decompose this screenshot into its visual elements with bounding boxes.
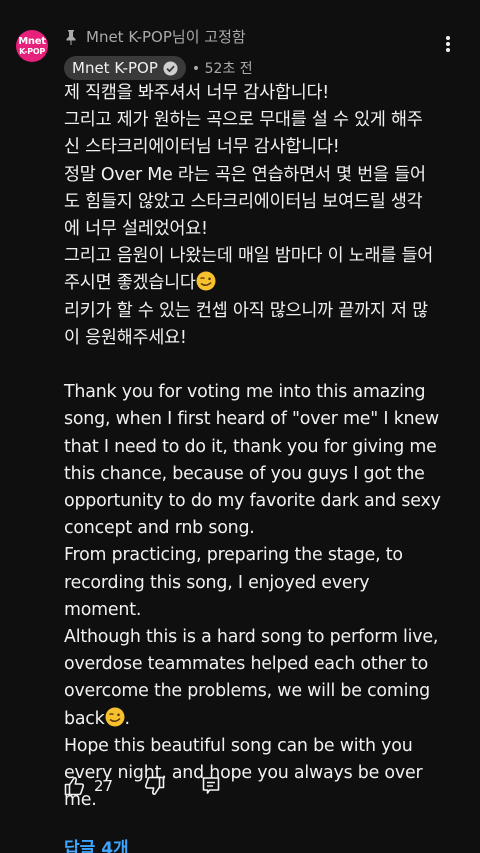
- comment-line: 도 힘들지 않았고 스타크리에이터님 보여드릴 생각: [64, 191, 423, 212]
- comment-line: 리키가 할 수 있는 컨셉 아직 많으니까 끝까지 저 많: [64, 300, 428, 321]
- comment-line: 그리고 음원이 나왔는데 매일 밤마다 이 노래를 들어: [64, 246, 434, 267]
- like-count: 27: [94, 777, 114, 795]
- reply-comment-icon: [202, 777, 220, 794]
- comment-line: Hope this beautiful song can be with you: [64, 735, 413, 756]
- view-replies-link[interactable]: 답글 4개: [64, 834, 129, 853]
- dislike-button[interactable]: [143, 776, 165, 796]
- comment-line: 에 너무 설레었어요!: [64, 219, 208, 240]
- comment-body: 제 직캠을 봐주셔서 너무 감사합니다! 그리고 제가 원하는 곡으로 무대를 …: [64, 83, 441, 811]
- comment-line: opportunity to do my favorite dark and s…: [64, 491, 441, 512]
- pinned-indicator: Mnet K-POP님이 고정함: [64, 26, 246, 47]
- more-vert-icon: [446, 36, 450, 52]
- comment-line: Although this is a hard song to perform …: [64, 627, 439, 648]
- comment-line: 그리고 제가 원하는 곡으로 무대를 설 수 있게 해주: [64, 110, 423, 131]
- comment-line: this chance, because of you guys I got t…: [64, 463, 425, 484]
- comment-line: concept and rnb song.: [64, 518, 255, 539]
- comment-line: Thank you for voting me into this amazin…: [64, 382, 426, 403]
- reply-button[interactable]: [201, 776, 221, 796]
- comment-line: back: [64, 708, 105, 729]
- author-name: Mnet K-POP: [72, 59, 158, 77]
- comment-time[interactable]: • 52초 전: [192, 58, 253, 78]
- avatar-line1: Mnet: [18, 35, 46, 47]
- comment-line: that I need to do it, thank you for givi…: [64, 436, 437, 457]
- thumbs-up-icon: [64, 777, 85, 796]
- comment-line: 정말 Over Me 라는 곡은 연습하면서 몇 번을 들어: [64, 164, 426, 185]
- comment-line: 이 응원해주세요!: [64, 327, 187, 348]
- pin-icon: [66, 29, 76, 45]
- comment-line: 신 스타크리에이터님 너무 감사합니다!: [64, 137, 340, 158]
- comment-line: 주시면 좋겠습니다: [64, 273, 196, 294]
- comment-header: Mnet K-POP • 52초 전: [64, 56, 253, 80]
- author-chip[interactable]: Mnet K-POP: [64, 56, 186, 80]
- comment-page: Mnet K-POP Mnet K-POP님이 고정함 Mnet K-POP •…: [0, 0, 480, 853]
- verified-check-icon: [163, 60, 178, 76]
- comment-line: overdose teammates helped each other to: [64, 654, 429, 675]
- channel-avatar[interactable]: Mnet K-POP: [16, 30, 48, 62]
- more-actions-button[interactable]: [436, 30, 460, 58]
- avatar-line2: K-POP: [19, 46, 45, 56]
- smirk-wink-emoji: [196, 271, 216, 291]
- comment-line: overcome the problems, we will be coming: [64, 681, 430, 702]
- comment-line: 제 직캠을 봐주셔서 너무 감사합니다!: [64, 83, 330, 103]
- comment-line: From practicing, preparing the stage, to: [64, 545, 403, 566]
- pinned-label: Mnet K-POP님이 고정함: [86, 28, 246, 46]
- comment-time-text: 52초 전: [204, 61, 253, 77]
- comment-actions: 27: [64, 776, 221, 796]
- smirk-wink-emoji: [105, 707, 125, 727]
- comment-line: song, when I first heard of "over me" I …: [64, 409, 439, 430]
- thumbs-down-icon: [144, 776, 165, 795]
- comment-line: recording this song, I enjoyed every mom…: [64, 572, 370, 620]
- like-button[interactable]: 27: [64, 776, 113, 796]
